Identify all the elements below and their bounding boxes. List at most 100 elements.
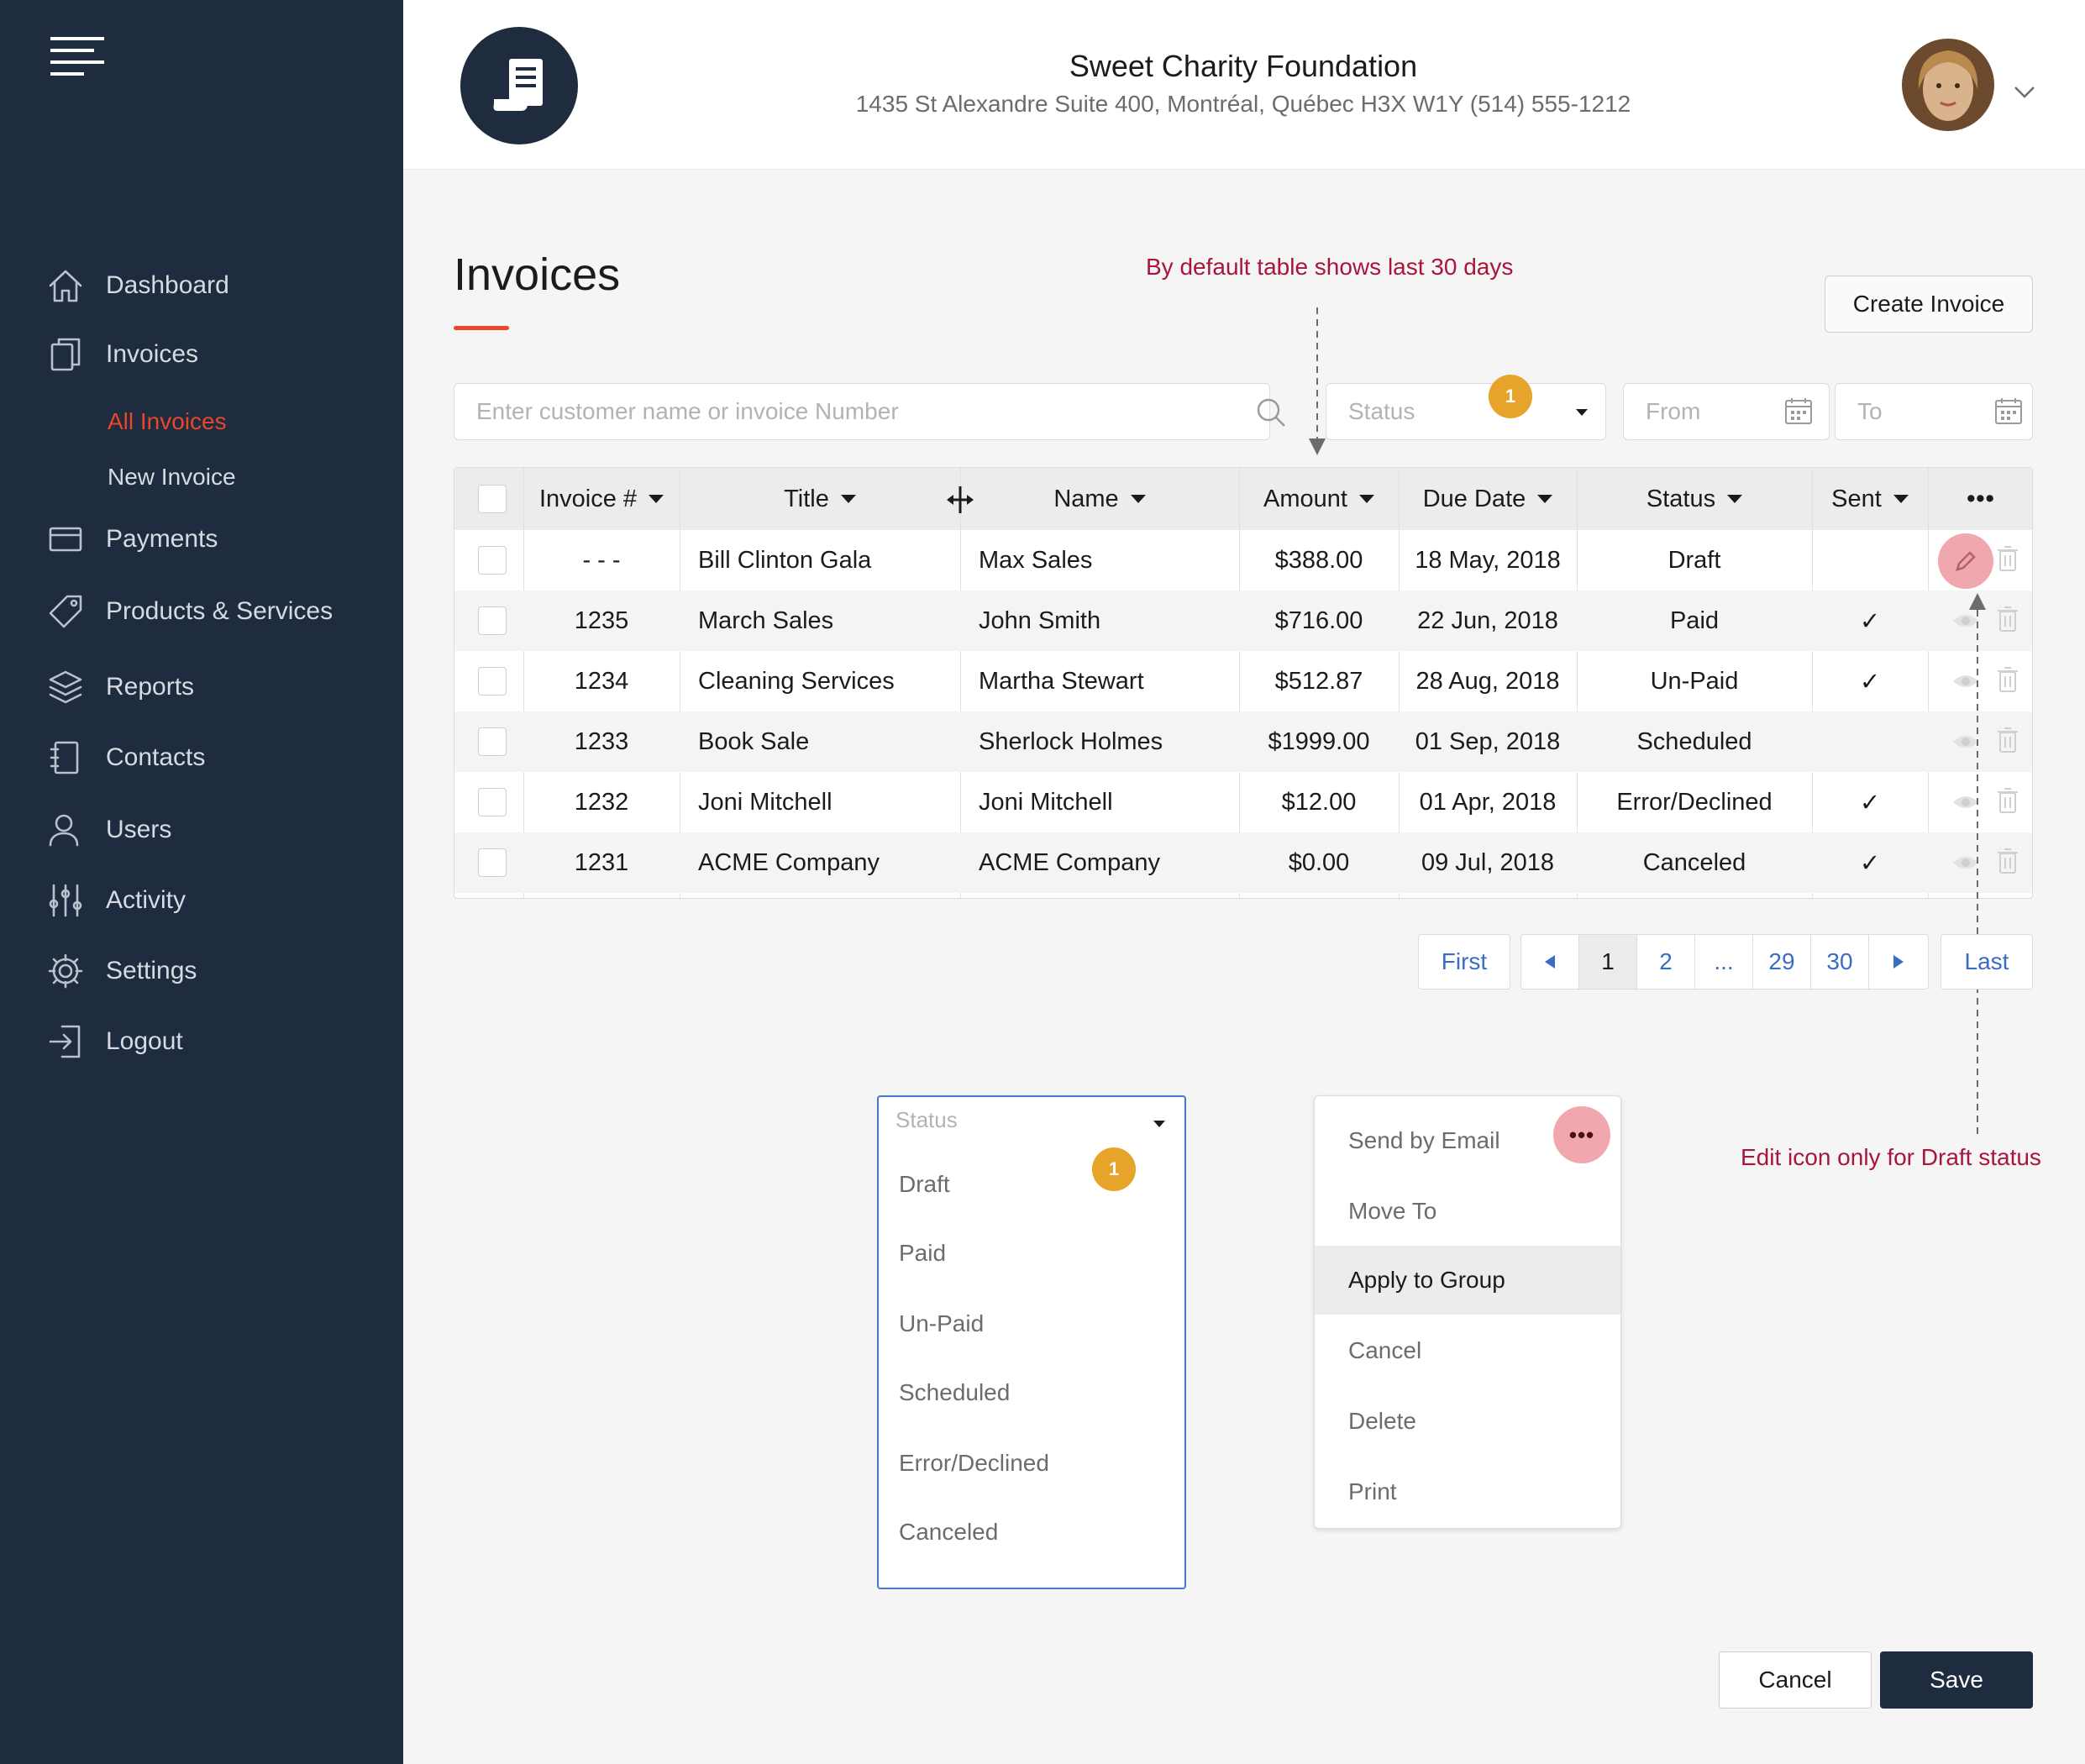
status-option[interactable]: Un-Paid: [899, 1310, 984, 1337]
menu-item-apply-to-group[interactable]: Apply to Group: [1315, 1246, 1620, 1315]
row-checkbox[interactable]: [478, 606, 507, 635]
sidebar-item-products-services[interactable]: Products & Services: [47, 586, 333, 637]
pagination-last[interactable]: Last: [1941, 934, 2033, 990]
status-dropdown-badge: 1: [1092, 1147, 1136, 1191]
status-dropdown-open[interactable]: Status 1 Draft Paid Un-Paid Scheduled Er…: [877, 1095, 1186, 1589]
sidebar-item-reports[interactable]: Reports: [47, 662, 194, 712]
sidebar-item-label: Payments: [106, 525, 218, 553]
pagination-page[interactable]: 2: [1636, 934, 1695, 990]
table-row[interactable]: 1234 Cleaning Services Martha Stewart $512.…: [454, 651, 2032, 711]
status-option[interactable]: Canceled: [899, 1519, 998, 1546]
table-row[interactable]: 1233 Book Sale Sherlock Holmes $1999.00 01 S…: [454, 711, 2032, 772]
menu-item-cancel[interactable]: Cancel: [1315, 1316, 1620, 1385]
pagination-page-current[interactable]: 1: [1578, 934, 1637, 990]
cell-name: Joni Mitchell: [979, 788, 1113, 816]
pagination-next[interactable]: [1868, 934, 1929, 990]
sidebar-item-payments[interactable]: Payments: [47, 514, 218, 564]
trash-icon[interactable]: [1997, 848, 2019, 879]
pagination-page[interactable]: 29: [1752, 934, 1811, 990]
pagination-first[interactable]: First: [1418, 934, 1510, 990]
to-placeholder: To: [1857, 398, 1883, 424]
status-option[interactable]: Error/Declined: [899, 1450, 1049, 1477]
sidebar-item-settings[interactable]: Settings: [47, 946, 197, 996]
sidebar-item-logout[interactable]: Logout: [47, 1016, 183, 1067]
cell-invoice-number: 1234: [574, 667, 629, 695]
sidebar-item-users[interactable]: Users: [47, 805, 171, 855]
cell-amount: $512.87: [1274, 667, 1363, 695]
column-header-amount[interactable]: Amount: [1239, 468, 1399, 530]
top-header: [403, 0, 2085, 170]
table-row[interactable]: 1232 Joni Mitchell Joni Mitchell $12.00 01 A…: [454, 772, 2032, 832]
calendar-icon[interactable]: [1994, 396, 2023, 429]
cell-status: Error/Declined: [1616, 788, 1773, 816]
search-icon[interactable]: [1255, 396, 1287, 433]
sidebar-item-invoices[interactable]: Invoices: [47, 329, 198, 380]
status-option[interactable]: Draft: [899, 1171, 950, 1198]
cell-title: March Sales: [698, 606, 834, 634]
address-book-icon: [50, 741, 79, 774]
cell-sent: ✓: [1859, 607, 1881, 635]
select-all-checkbox[interactable]: [478, 485, 507, 513]
cell-sent: ✓: [1859, 789, 1881, 816]
cancel-button[interactable]: Cancel: [1719, 1651, 1872, 1709]
status-option[interactable]: Paid: [899, 1240, 946, 1267]
table-row[interactable]: 1235 March Sales John Smith $716.00 22 Jun, …: [454, 591, 2032, 651]
menu-item-delete[interactable]: Delete: [1315, 1387, 1620, 1456]
sidebar-item-label: Products & Services: [106, 597, 333, 625]
column-header-status[interactable]: Status: [1577, 468, 1812, 530]
menu-item-print[interactable]: Print: [1315, 1457, 1620, 1526]
column-header-name[interactable]: Name: [960, 468, 1239, 530]
hamburger-menu-icon[interactable]: [47, 35, 108, 86]
column-header-invoice[interactable]: Invoice #: [523, 468, 680, 530]
row-checkbox[interactable]: [478, 546, 507, 575]
search-input[interactable]: Enter customer name or invoice Number: [454, 383, 1270, 440]
status-filter-select[interactable]: Status: [1326, 383, 1606, 440]
column-header-more-icon[interactable]: •••: [1928, 468, 2034, 530]
cell-invoice-number: 1233: [574, 727, 629, 755]
cell-due-date: 01 Apr, 2018: [1419, 788, 1557, 816]
avatar[interactable]: [1902, 39, 1994, 131]
column-header-sent[interactable]: Sent: [1812, 468, 1928, 530]
column-resize-handle-icon[interactable]: [945, 485, 975, 519]
trash-icon[interactable]: [1997, 545, 2019, 576]
sliders-icon: [49, 884, 82, 917]
row-checkbox[interactable]: [478, 788, 507, 816]
trash-icon[interactable]: [1997, 727, 2019, 758]
sidebar-subitem-new-invoice[interactable]: New Invoice: [108, 464, 236, 491]
save-button[interactable]: Save: [1880, 1651, 2033, 1709]
sort-caret-icon: [1358, 495, 1374, 503]
trash-icon[interactable]: [1997, 606, 2019, 637]
more-actions-icon[interactable]: •••: [1553, 1106, 1610, 1163]
calendar-icon[interactable]: [1784, 396, 1813, 429]
column-header-due-date[interactable]: Due Date: [1399, 468, 1577, 530]
cell-status: Draft: [1667, 546, 1721, 574]
table-row[interactable]: - - - Bill Clinton Gala Max Sales $388.00 18…: [454, 530, 2032, 591]
sidebar-item-label: Invoices: [106, 340, 199, 368]
sort-caret-icon: [649, 495, 664, 503]
pagination-prev[interactable]: [1520, 934, 1579, 990]
sidebar-item-activity[interactable]: Activity: [47, 875, 186, 926]
sidebar-item-dashboard[interactable]: Dashboard: [47, 260, 229, 311]
sort-caret-icon: [1727, 495, 1743, 503]
pagination-page[interactable]: 30: [1810, 934, 1869, 990]
sidebar-subitem-all-invoices[interactable]: All Invoices: [108, 408, 227, 435]
trash-icon[interactable]: [1997, 666, 2019, 697]
row-checkbox[interactable]: [478, 667, 507, 696]
cell-due-date: 22 Jun, 2018: [1417, 606, 1558, 634]
row-checkbox[interactable]: [478, 727, 507, 756]
create-invoice-button[interactable]: Create Invoice: [1825, 276, 2033, 333]
edit-icon[interactable]: [1938, 533, 1993, 589]
chevron-down-icon[interactable]: [2013, 84, 2036, 105]
row-checkbox[interactable]: [478, 848, 507, 877]
sidebar-item-contacts[interactable]: Contacts: [47, 732, 205, 783]
table-row[interactable]: 1231 ACME Company ACME Company $0.00 09 Jul,…: [454, 832, 2032, 893]
trash-icon[interactable]: [1997, 787, 2019, 818]
cell-title: Joni Mitchell: [698, 788, 832, 816]
status-option[interactable]: Scheduled: [899, 1379, 1010, 1406]
sort-caret-icon: [1893, 495, 1909, 503]
user-icon: [49, 814, 79, 847]
menu-item-move-to[interactable]: Move To: [1315, 1177, 1620, 1246]
column-header-title[interactable]: Title: [680, 468, 960, 530]
sidebar-item-label: Settings: [106, 957, 197, 984]
caret-down-icon: [1153, 1117, 1166, 1132]
